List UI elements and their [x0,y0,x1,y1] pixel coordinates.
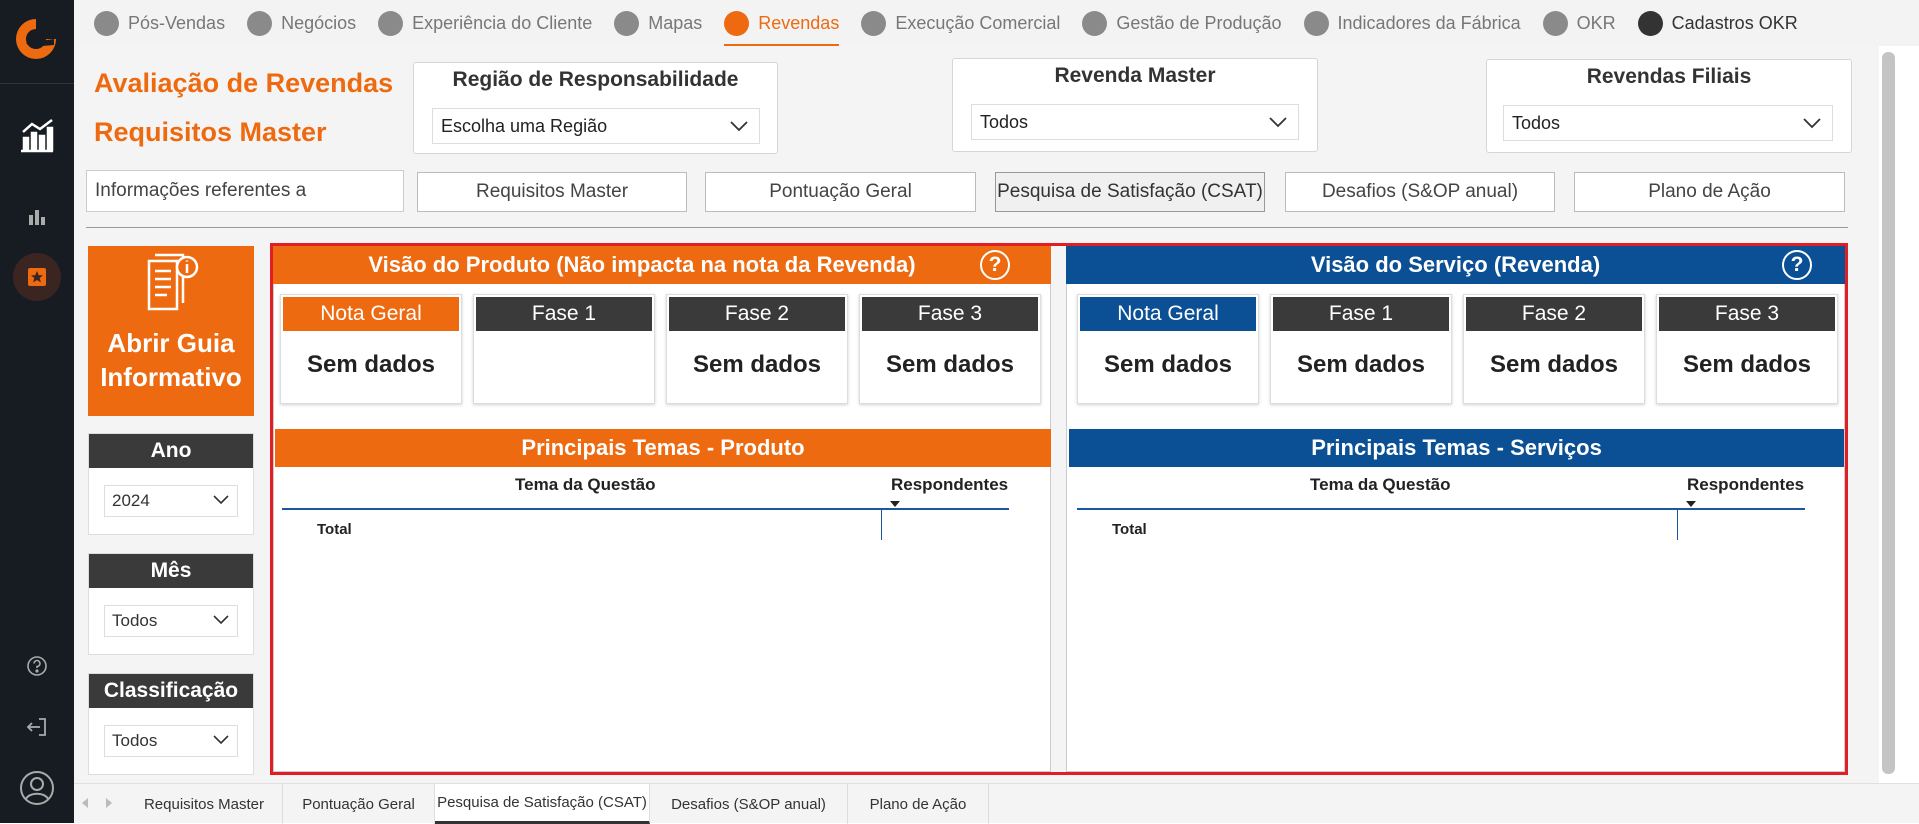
classificacao-slicer: Classificação Todos [88,673,254,775]
nav-label: Cadastros OKR [1671,12,1798,33]
favorites-star-icon[interactable] [17,257,57,297]
ano-value: 2024 [112,491,150,510]
nav-pos-vendas[interactable]: Pós-Vendas [94,0,225,46]
nav-label: Indicadores da Fábrica [1337,12,1521,33]
nav-label: OKR [1576,12,1616,33]
nav-label: Execução Comercial [895,12,1061,33]
vertical-scrollbar-thumb[interactable] [1882,52,1895,774]
bar-chart-icon[interactable] [17,196,57,236]
dashboard-chart-icon[interactable] [17,115,57,155]
revenda-master-dropdown[interactable]: Todos [971,104,1299,140]
nav-label: Pós-Vendas [128,12,226,33]
chevron-down-icon [1803,118,1821,129]
page-tab-desafios[interactable]: Desafios (S&OP anual) [650,784,848,824]
tab-desafios[interactable]: Desafios (S&OP anual) [1285,172,1555,212]
selection-highlight-frame [270,243,1848,775]
mes-dropdown[interactable]: Todos [104,605,238,637]
chevron-down-icon [213,495,229,505]
open-guide-button[interactable]: Abrir Guia Informativo [88,246,254,416]
help-icon[interactable] [17,646,57,686]
tabs-scroll-right-icon[interactable] [106,798,112,808]
page-tab-pontuacao-geral[interactable]: Pontuação Geral [283,784,435,824]
left-sidebar [0,0,74,823]
customer-icon [378,10,404,36]
tab-pesquisa-satisfacao[interactable]: Pesquisa de Satisfação (CSAT) [995,172,1265,212]
company-logo[interactable] [14,17,58,61]
clock-chart-icon [861,10,887,36]
document-info-icon [147,253,199,311]
page-tab-plano-acao[interactable]: Plano de Ação [848,784,989,824]
ano-dropdown[interactable]: 2024 [104,485,238,517]
nav-execucao-comercial[interactable]: Execução Comercial [861,0,1060,46]
tab-requisitos-master[interactable]: Requisitos Master [417,172,687,212]
nav-label: Experiência do Cliente [412,12,593,33]
nav-gestao-producao[interactable]: Gestão de Produção [1082,0,1282,46]
mes-label: Mês [89,554,253,588]
revendas-filiais-value: Todos [1512,112,1561,133]
chevron-down-icon [213,615,229,625]
guide-line1: Abrir Guia [107,328,235,358]
tabs-scroll-left-icon[interactable] [82,798,88,808]
regiao-dropdown[interactable]: Escolha uma Região [432,108,760,144]
info-label: Informações referentes a [86,170,404,212]
person-badge-icon [94,10,119,36]
logout-icon[interactable] [17,707,57,747]
target-icon [1542,10,1568,36]
nav-label: Revendas [758,12,840,33]
nav-okr[interactable]: OKR [1542,0,1616,46]
page-subtitle: Requisitos Master [94,117,327,147]
map-person-icon [614,10,640,36]
chevron-down-icon [1269,117,1287,128]
tab-pontuacao-geral[interactable]: Pontuação Geral [705,172,976,212]
revenda-master-label: Revenda Master [1054,64,1216,87]
page-tab-requisitos-master[interactable]: Requisitos Master [126,784,283,824]
nav-experiencia-cliente[interactable]: Experiência do Cliente [378,0,592,46]
revendas-filiais-label: Revendas Filiais [1586,65,1752,88]
nav-label: Negócios [281,12,357,33]
revenda-master-value: Todos [980,111,1029,132]
regiao-slicer: Região de Responsabilidade Escolha uma R… [413,62,778,154]
chevron-down-icon [213,735,229,745]
sidebar-divider [0,83,74,84]
factory-icon [1303,10,1329,36]
mes-slicer: Mês Todos [88,553,254,655]
nav-cadastros-okr[interactable]: Cadastros OKR [1637,0,1798,46]
classificacao-dropdown[interactable]: Todos [104,725,238,757]
revendas-filiais-slicer: Revendas Filiais Todos [1486,59,1852,153]
nav-label: Gestão de Produção [1116,12,1282,33]
nav-label: Mapas [648,12,703,33]
user-avatar-icon[interactable] [17,768,57,808]
handshake-icon [247,10,273,36]
ano-label: Ano [89,434,253,468]
regiao-label: Região de Responsabilidade [452,68,739,91]
ano-slicer: Ano 2024 [88,433,254,535]
page-tab-pesquisa-satisfacao[interactable]: Pesquisa de Satisfação (CSAT) [435,784,650,824]
mes-value: Todos [112,611,158,630]
classificacao-value: Todos [112,731,158,750]
section-divider [86,227,1848,228]
page-title: Avaliação de Revendas [94,68,394,98]
nav-negocios[interactable]: Negócios [247,0,356,46]
page-tabs-bar: Requisitos Master Pontuação Geral Pesqui… [74,783,1919,824]
regiao-value: Escolha uma Região [441,115,608,136]
classificacao-label: Classificação [89,674,253,708]
store-icon [724,10,750,36]
nav-indicadores-fabrica[interactable]: Indicadores da Fábrica [1303,0,1521,46]
chevron-down-icon [730,121,748,132]
nav-revendas[interactable]: Revendas [724,0,840,46]
guide-line2: Informativo [100,362,242,392]
nav-mapas[interactable]: Mapas [614,0,702,46]
top-navigation: Pós-Vendas Negócios Experiência do Clien… [74,0,1919,46]
revendas-filiais-dropdown[interactable]: Todos [1503,105,1833,141]
user-icon [1637,10,1663,36]
revenda-master-slicer: Revenda Master Todos [952,58,1318,152]
production-icon [1082,10,1108,36]
tab-plano-acao[interactable]: Plano de Ação [1574,172,1845,212]
